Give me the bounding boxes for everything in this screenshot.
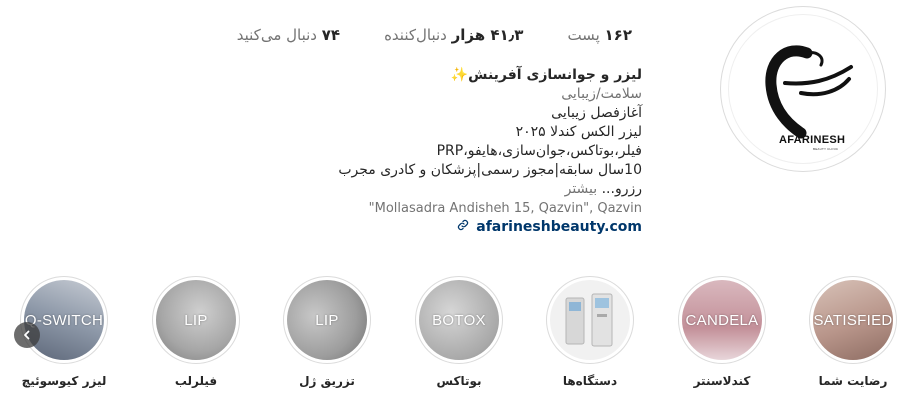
sparkles-icon: ✨ xyxy=(450,67,469,83)
posts-label: پست xyxy=(567,26,600,44)
highlight-overlay: LIP xyxy=(315,311,339,329)
highlight-label[interactable]: بوتاکس xyxy=(412,374,506,388)
address[interactable]: "Mollasadra Andisheh 15, Qazvin", Qazvin xyxy=(338,199,642,218)
highlight-ring[interactable] xyxy=(546,276,634,364)
followers-label[interactable]: دنبال‌کننده xyxy=(384,26,447,44)
highlight-overlay: SATISFIED xyxy=(813,311,893,329)
highlight-label[interactable]: رضایت شما xyxy=(806,374,900,388)
followers-count[interactable]: ۴۱٫۳ هزار xyxy=(452,26,524,44)
highlight-label[interactable]: دستگاه‌ها xyxy=(543,374,637,388)
highlight-item[interactable]: BOTOX بوتاکس xyxy=(412,276,506,388)
scroll-left-button[interactable] xyxy=(14,322,40,348)
profile-stats: ۱۶۲ پست ۴۱٫۳ هزار دنبال‌کننده ۷۴ دنبال م… xyxy=(237,26,632,44)
bio-line: فیلر،بوتاکس،جوان‌سازی،هایفو،PRP xyxy=(436,143,642,159)
highlight-ring[interactable]: LIP xyxy=(283,276,371,364)
following-count[interactable]: ۷۴ xyxy=(322,26,340,44)
highlight-ring[interactable]: Q-SWITCH xyxy=(20,276,108,364)
highlight-cover[interactable]: SATISFIED xyxy=(813,280,893,360)
highlight-label[interactable]: کندلاسنتر xyxy=(675,374,769,388)
highlight-ring[interactable]: BOTOX xyxy=(415,276,503,364)
profile-avatar-ring[interactable]: AFARINESH BEAUTY CLINIC xyxy=(720,6,886,172)
highlight-label[interactable]: فیلرلب xyxy=(149,374,243,388)
profile-bio: لیزر و جوانسازی آفرینش✨ سلامت/زیبایی آغا… xyxy=(338,66,642,237)
followers-stat[interactable]: ۴۱٫۳ هزار دنبال‌کننده xyxy=(384,26,523,44)
bio-line: رزرو... xyxy=(597,181,642,197)
logo-subtitle: BEAUTY CLINIC xyxy=(813,147,839,151)
highlight-cover[interactable]: CANDELA xyxy=(682,280,762,360)
highlight-item[interactable]: دستگاه‌ها xyxy=(543,276,637,388)
highlight-item[interactable]: LIP تزریق ژل xyxy=(280,276,374,388)
highlight-cover[interactable]: LIP xyxy=(156,280,236,360)
highlight-ring[interactable]: SATISFIED xyxy=(809,276,897,364)
highlight-overlay: BOTOX xyxy=(432,311,486,329)
chevron-left-icon xyxy=(24,330,30,340)
link-icon xyxy=(458,219,469,231)
bio-line: 10سال سابقه|مجوز رسمی|پزشکان و کادری مجر… xyxy=(338,162,642,178)
posts-stat: ۱۶۲ پست xyxy=(567,26,632,44)
highlight-ring[interactable]: CANDELA xyxy=(678,276,766,364)
website-text[interactable]: afarineshbeauty.com xyxy=(476,219,642,235)
logo-wordmark: AFARINESH xyxy=(779,134,846,146)
posts-count: ۱۶۲ xyxy=(604,26,632,44)
profile-category: سلامت/زیبایی xyxy=(561,86,642,102)
bio-line: لیزر الکس کندلا ۲۰۲۵ xyxy=(515,124,642,140)
highlight-item[interactable]: SATISFIED رضایت شما xyxy=(806,276,900,388)
highlight-cover[interactable]: Q-SWITCH xyxy=(24,280,104,360)
highlight-overlay: LIP xyxy=(184,311,208,329)
website-link[interactable]: afarineshbeauty.com xyxy=(457,219,642,235)
highlight-cover[interactable]: LIP xyxy=(287,280,367,360)
device-icon xyxy=(565,293,613,347)
highlight-label[interactable]: تزریق ژل xyxy=(280,374,374,388)
bio-line: آغازفصل زیبایی xyxy=(551,105,642,121)
profile-name: لیزر و جوانسازی آفرینش xyxy=(468,67,642,83)
following-stat[interactable]: ۷۴ دنبال می‌کنید xyxy=(237,26,340,44)
avatar[interactable]: AFARINESH BEAUTY CLINIC xyxy=(728,14,878,164)
highlight-item[interactable]: LIP فیلرلب xyxy=(149,276,243,388)
following-label[interactable]: دنبال می‌کنید xyxy=(237,26,317,44)
highlight-ring[interactable]: LIP xyxy=(152,276,240,364)
highlight-item[interactable]: CANDELA کندلاسنتر xyxy=(675,276,769,388)
highlight-overlay: CANDELA xyxy=(685,311,759,329)
highlight-cover[interactable] xyxy=(550,280,630,360)
more-link[interactable]: بیشتر xyxy=(565,181,598,197)
highlight-label[interactable]: لیزر کیوسوئیچ xyxy=(17,374,111,388)
highlight-cover[interactable]: BOTOX xyxy=(419,280,499,360)
